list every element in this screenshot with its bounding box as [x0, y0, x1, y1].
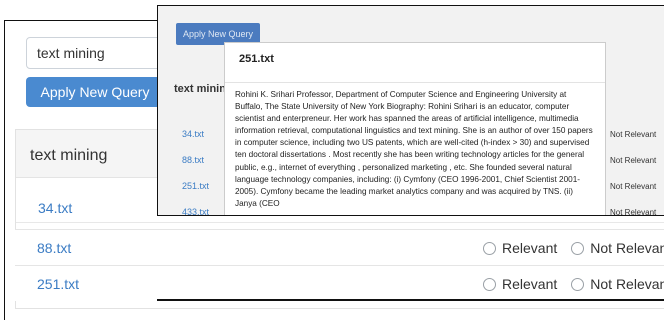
not-relevant-label: Not Relevant — [610, 156, 657, 165]
relevant-label: Relevant — [502, 240, 558, 256]
result-file-link[interactable]: 88.txt — [37, 240, 71, 256]
result-row: 251.txt Relevant Not Relevant — [15, 265, 664, 301]
not-relevant-label: Not Relevant — [590, 240, 664, 256]
result-file-link[interactable]: 88.txt — [182, 155, 204, 165]
apply-new-query-button[interactable]: Apply New Query — [26, 77, 164, 107]
relevance-options: Relevant Not Relevant — [483, 276, 664, 292]
results-panel-title: text mining — [30, 147, 108, 164]
not-relevant-label: Not Relevant — [610, 130, 657, 139]
document-modal: 251.txt Rohini K. Srihari Professor, Dep… — [225, 43, 605, 215]
relevant-radio[interactable] — [483, 277, 496, 291]
apply-new-query-button[interactable]: Apply New Query — [176, 23, 260, 45]
relevant-radio[interactable] — [483, 241, 496, 255]
modal-body-text: Rohini K. Srihari Professor, Department … — [235, 90, 593, 208]
modal-title: 251.txt — [225, 43, 605, 83]
result-file-link[interactable]: 251.txt — [182, 181, 209, 191]
relevant-label: Relevant — [502, 276, 558, 292]
bottom-divider — [157, 299, 664, 301]
query-input[interactable]: text mining — [26, 37, 176, 69]
result-file-link[interactable]: 433.txt — [182, 207, 209, 215]
not-relevant-radio[interactable] — [571, 241, 585, 255]
not-relevant-radio[interactable] — [571, 277, 585, 291]
relevance-options: Relevant Not Relevant — [483, 240, 664, 256]
not-relevant-label: Not Relevant — [590, 276, 664, 292]
result-file-link[interactable]: 34.txt — [38, 200, 72, 216]
result-file-link[interactable]: 251.txt — [37, 276, 79, 292]
not-relevant-label: Not Relevant — [610, 208, 657, 216]
result-file-link[interactable]: 34.txt — [182, 129, 204, 139]
not-relevant-label: Not Relevant — [610, 182, 657, 191]
query-label: text mining — [174, 83, 233, 95]
result-row: 88.txt Relevant Not Relevant — [15, 229, 664, 265]
overlay-screenshot: Apply New Query text mining 34.txt Not R… — [157, 5, 664, 216]
